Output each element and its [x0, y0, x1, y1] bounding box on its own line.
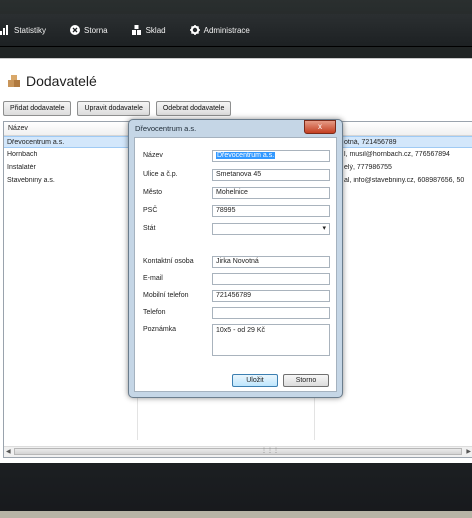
column-header-name[interactable]: Název [8, 125, 28, 132]
scroll-left-icon[interactable]: ◀ [6, 448, 11, 455]
nav-item-administrace[interactable]: Administrace [178, 14, 262, 46]
add-supplier-button[interactable]: Přidat dodavatele [3, 101, 72, 116]
note-field[interactable]: 10x5 - od 29 Kč [212, 324, 330, 356]
cancel-circle-icon [70, 25, 81, 35]
label-mesto: Město [143, 189, 163, 196]
dialog-title: Dřevocentrum a.s. [135, 124, 197, 133]
chevron-down-icon[interactable]: ▾ [322, 224, 326, 234]
nazev-value: Dřevocentrum a.s. [216, 152, 276, 159]
label-stat: Stát [143, 225, 156, 232]
zip-field[interactable]: 78995 [212, 205, 330, 217]
scrollbar-thumb[interactable] [14, 448, 462, 455]
page-title-text: Dodavatelé [26, 73, 97, 89]
email-field[interactable] [212, 273, 330, 285]
label-poznamka: Poznámka [143, 326, 177, 333]
country-select[interactable]: ▾ [212, 223, 330, 235]
cell-name: Hornbach [7, 151, 38, 158]
main-navbar: Statistiky Storna Sklad Administrace [0, 14, 472, 47]
bottom-strip [0, 511, 472, 518]
cell-contact: otná, 721456789 [344, 139, 397, 146]
cell-name: Dřevocentrum a.s. [7, 139, 65, 146]
mobile-phone-field[interactable]: 721456789 [212, 290, 330, 302]
nav-label-statistiky: Statistiky [14, 25, 47, 35]
horizontal-scrollbar[interactable]: ◀ ⋮⋮⋮ ▶ [4, 446, 472, 457]
label-psc: PSČ [143, 207, 158, 214]
close-button[interactable]: x [304, 120, 336, 134]
nav-label-storna: Storna [84, 25, 108, 35]
label-telefon: Telefon [143, 309, 166, 316]
bottom-frame [0, 463, 472, 518]
city-field[interactable]: Mohelnice [212, 187, 330, 199]
warehouse-icon [131, 25, 141, 35]
nav-label-sklad: Sklad [145, 25, 166, 35]
label-kontakt: Kontaktní osoba [143, 258, 194, 265]
label-nazev: Název [143, 152, 163, 159]
remove-supplier-button[interactable]: Odebrat dodavatele [155, 101, 232, 116]
cell-contact: al, info@stavebniny.cz, 608987656, 50 [344, 177, 465, 184]
label-ulice: Ulice a č.p. [143, 171, 178, 178]
contact-person-field[interactable]: Jirka Novotná [212, 256, 330, 268]
toolbar: Přidat dodavatele Upravit dodavatele Ode… [3, 101, 232, 116]
label-email: E-mail [143, 275, 163, 282]
nazev-field[interactable]: Dřevocentrum a.s. [212, 150, 330, 162]
cancel-button[interactable]: Storno [283, 374, 329, 387]
cell-name: Instalatér [7, 164, 36, 171]
boxes-icon [8, 75, 20, 87]
nav-item-sklad[interactable]: Sklad [120, 14, 178, 46]
label-mobil: Mobilní telefon [143, 292, 189, 299]
dialog-body: Název Dřevocentrum a.s. Ulice a č.p. Sme… [134, 137, 337, 392]
bar-chart-icon [0, 25, 8, 35]
cell-contact: elý, 777986755 [344, 164, 392, 171]
nav-item-storna[interactable]: Storna [58, 14, 120, 46]
scroll-grip-icon: ⋮⋮⋮ [261, 448, 279, 454]
supplier-dialog: Dřevocentrum a.s. x Název Dřevocentrum a… [128, 119, 343, 398]
gear-icon [189, 25, 200, 35]
close-icon: x [318, 122, 322, 131]
scroll-right-icon[interactable]: ▶ [466, 448, 471, 455]
edit-supplier-button[interactable]: Upravit dodavatele [77, 101, 150, 116]
nav-label-administrace: Administrace [203, 25, 250, 35]
save-button[interactable]: Uložit [232, 374, 278, 387]
cell-contact: l, musil@hornbach.cz, 776567894 [344, 151, 450, 158]
street-field[interactable]: Smetanova 45 [212, 169, 330, 181]
phone-field[interactable] [212, 307, 330, 319]
page-title: Dodavatelé [8, 73, 97, 89]
cell-name: Stavebniny a.s. [7, 177, 55, 184]
nav-item-statistiky[interactable]: Statistiky [0, 14, 58, 46]
